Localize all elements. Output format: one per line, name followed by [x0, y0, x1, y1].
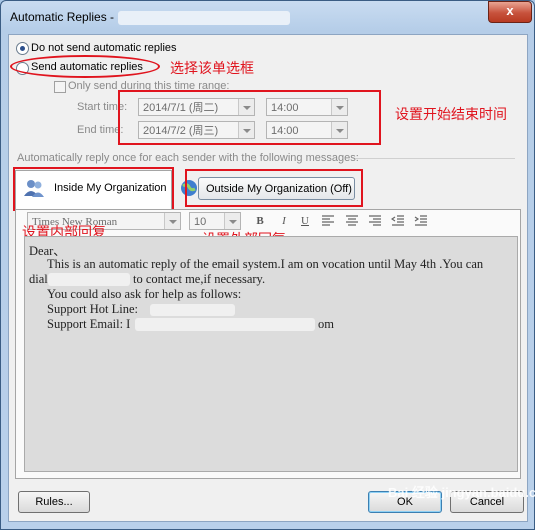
do-not-send-label: Do not send automatic replies — [31, 42, 177, 54]
editor-line-3a: dial — [29, 272, 48, 286]
decrease-indent-icon[interactable] — [390, 214, 405, 228]
redacted-hotline — [150, 304, 235, 316]
watermark: Bai 经验 jingyan.baidu.com — [388, 485, 535, 500]
italic-icon[interactable]: I — [277, 214, 291, 228]
align-right-icon[interactable] — [368, 214, 382, 228]
section-label: Automatically reply once for each sender… — [17, 152, 359, 164]
close-button[interactable]: x — [488, 1, 532, 23]
chevron-down-icon[interactable] — [224, 213, 240, 229]
bold-icon[interactable]: B — [253, 214, 267, 228]
chevron-down-icon[interactable] — [164, 213, 180, 229]
underline-icon[interactable]: U — [298, 214, 312, 228]
font-size-value: 10 — [194, 216, 207, 228]
annotation-select-radio: 选择该单选框 — [170, 61, 254, 77]
window-title: Automatic Replies - — [10, 10, 115, 24]
redacted-phone — [48, 273, 130, 286]
inside-tab-highlight — [13, 167, 174, 211]
send-radio-highlight — [10, 55, 160, 78]
increase-indent-icon[interactable] — [414, 214, 428, 228]
outside-tab-highlight — [185, 169, 363, 207]
do-not-send-radio[interactable] — [16, 42, 29, 55]
align-center-icon[interactable] — [345, 214, 359, 228]
rules-button[interactable]: Rules... — [18, 491, 90, 513]
annotation-set-time: 设置开始结束时间 — [395, 107, 507, 123]
editor-line-2: This is an automatic reply of the email … — [47, 257, 484, 271]
editor-line-4: You could also ask for help as follows: — [47, 287, 242, 301]
title-redaction — [118, 11, 290, 25]
editor-line-3b: to contact me,if necessary. — [133, 272, 266, 286]
redacted-email — [135, 318, 315, 331]
only-send-range-checkbox[interactable] — [54, 81, 66, 93]
editor-line-6a: Support Email: I — [47, 317, 131, 331]
time-range-highlight — [118, 90, 381, 145]
align-left-icon[interactable] — [321, 214, 335, 228]
divider — [355, 158, 515, 159]
font-size-select[interactable]: 10 — [189, 212, 241, 230]
editor-line-5: Support Hot Line: — [47, 302, 138, 316]
end-time-label: End time: — [77, 124, 124, 136]
editor-line-6b: om — [318, 317, 334, 331]
